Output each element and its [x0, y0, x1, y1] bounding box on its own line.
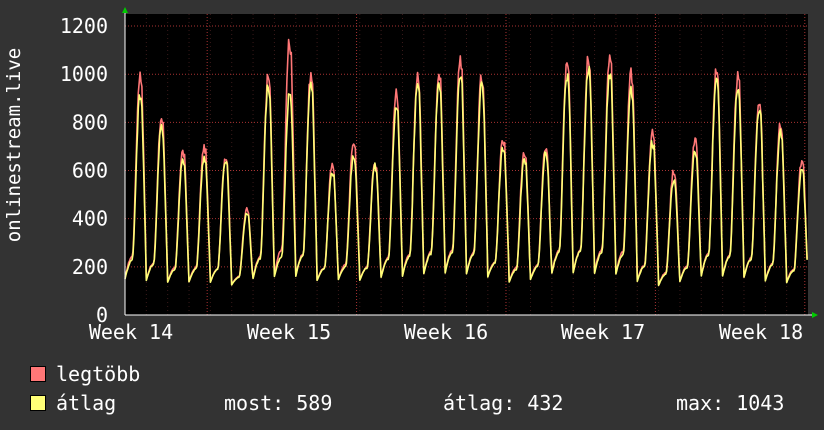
legend-label: legtöbb — [56, 362, 141, 386]
y-tick-label: 200 — [72, 255, 108, 279]
stat-max: max: 1043 — [676, 391, 785, 415]
y-tick-label: 1200 — [60, 14, 108, 38]
x-tick-label: Week 15 — [247, 320, 331, 344]
legend-item-atlag: átlag — [30, 392, 116, 414]
y-tick-label: 600 — [72, 159, 108, 183]
atlag-swatch-icon — [30, 395, 46, 411]
y-tick-label: 400 — [72, 207, 108, 231]
legend-item-legtobb: legtöbb — [30, 363, 140, 385]
x-tick-label: Week 14 — [89, 320, 173, 344]
x-tick-label: Week 18 — [719, 320, 803, 344]
x-axis-arrow-icon — [812, 312, 818, 318]
stat-now: most: 589 — [224, 391, 333, 415]
y-axis-arrow-icon — [122, 7, 128, 13]
line-chart: 020040060080010001200 Week 14 Week 15 Week… — [3, 7, 818, 344]
y-axis-label: onlinestream.live — [3, 48, 25, 242]
legend-label: átlag — [56, 391, 117, 415]
x-tick-label: Week 16 — [404, 320, 488, 344]
y-tick-label: 1000 — [60, 62, 108, 86]
legtobb-swatch-icon — [30, 366, 46, 382]
y-tick-label: 800 — [72, 110, 108, 134]
stat-average: átlag: 432 — [443, 391, 564, 415]
y-tick-labels: 020040060080010001200 — [60, 14, 108, 327]
x-tick-label: Week 17 — [561, 320, 645, 344]
x-tick-labels: Week 14 Week 15 Week 16 Week 17 Week 18 — [89, 320, 803, 344]
